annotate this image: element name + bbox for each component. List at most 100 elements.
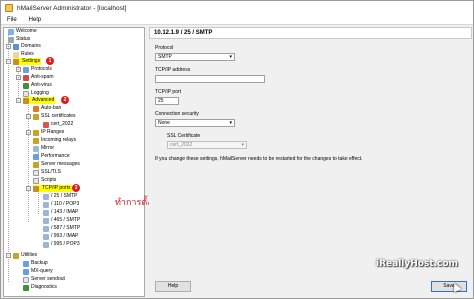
messages-folder-icon bbox=[33, 161, 39, 168]
tree-item-advanced[interactable]: Advanced bbox=[23, 97, 56, 104]
tree-item-port-587[interactable]: / 587 / SMTP bbox=[43, 225, 80, 232]
window-title: hMailServer Administrator - [localhost] bbox=[17, 4, 127, 12]
connection-security-select[interactable]: None ▾ bbox=[155, 119, 235, 127]
step-badge-3: 3 bbox=[72, 184, 80, 192]
diagnostics-icon bbox=[23, 284, 29, 291]
advanced-folder-icon bbox=[23, 97, 29, 104]
relays-folder-icon bbox=[33, 137, 39, 144]
tree-item-port-993[interactable]: / 993 / IMAP bbox=[43, 233, 79, 240]
tree-item-ip-ranges[interactable]: IP Ranges bbox=[33, 129, 64, 136]
expand-domains-icon[interactable]: + bbox=[6, 44, 11, 49]
tree-item-scripts[interactable]: Scripts bbox=[33, 177, 56, 184]
port-icon bbox=[43, 193, 49, 200]
port-icon bbox=[43, 233, 49, 240]
tree-item-logging[interactable]: Logging bbox=[23, 90, 49, 97]
address-label: TCP/IP address bbox=[155, 67, 191, 73]
status-icon bbox=[8, 36, 14, 43]
restart-note: If you change these settings, hMailServe… bbox=[155, 156, 363, 162]
port-icon bbox=[43, 241, 49, 248]
settings-panel: 10.12.1.9 / 25 / SMTP Protocol SMTP ▾ TC… bbox=[149, 27, 472, 297]
security-label: Connection security bbox=[155, 111, 199, 117]
menu-file[interactable]: File bbox=[1, 17, 23, 23]
tree-item-incoming-relays[interactable]: Incoming relays bbox=[33, 137, 76, 144]
performance-icon bbox=[33, 153, 39, 160]
tree-item-anti-spam[interactable]: Anti-spam bbox=[23, 74, 54, 81]
tree-item-status[interactable]: Status bbox=[8, 36, 30, 43]
globe-icon bbox=[13, 43, 19, 50]
tree-item-ssl-certificates[interactable]: SSL certificates bbox=[33, 113, 76, 120]
tree-item-protocols[interactable]: Protocols bbox=[23, 66, 52, 73]
tree-item-ssl-tls[interactable]: SSL/TLS bbox=[33, 169, 61, 176]
save-button[interactable]: Save bbox=[431, 281, 467, 292]
settings-folder-icon bbox=[13, 58, 19, 65]
ssl-certificate-select: cert_2022 ▾ bbox=[167, 141, 247, 149]
logging-icon bbox=[23, 90, 29, 97]
menu-bar: File Help bbox=[1, 15, 473, 25]
protocols-icon bbox=[23, 66, 29, 73]
tree-item-utilities[interactable]: Utilities bbox=[13, 252, 37, 259]
ip-address-input[interactable] bbox=[155, 75, 265, 83]
chevron-down-icon: ▾ bbox=[229, 120, 232, 126]
expand-protocols-icon[interactable]: + bbox=[16, 67, 21, 72]
tree-item-cert-2022[interactable]: cert_2022 bbox=[43, 121, 73, 128]
mx-query-icon bbox=[23, 268, 29, 275]
step-badge-1: 1 bbox=[46, 57, 54, 65]
collapse-advanced-icon[interactable]: − bbox=[16, 98, 21, 103]
scripts-icon bbox=[33, 177, 39, 184]
certificate-folder-icon bbox=[33, 113, 39, 120]
port-label: TCP/IP port bbox=[155, 89, 182, 95]
tree-item-auto-ban[interactable]: Auto-ban bbox=[33, 105, 61, 112]
rules-icon bbox=[13, 51, 19, 58]
tree-item-server-messages[interactable]: Server messages bbox=[33, 161, 80, 168]
tree-item-settings[interactable]: Settings bbox=[13, 58, 42, 65]
anti-spam-icon bbox=[23, 74, 29, 81]
port-input[interactable]: 25 bbox=[155, 97, 179, 105]
utilities-folder-icon bbox=[13, 252, 19, 259]
menu-help[interactable]: Help bbox=[23, 17, 47, 23]
hmailserver-app-icon bbox=[5, 4, 13, 12]
port-icon bbox=[43, 217, 49, 224]
app-window: hMailServer Administrator - [localhost] … bbox=[0, 0, 474, 299]
tree-item-port-143[interactable]: / 143 / IMAP bbox=[43, 209, 79, 216]
help-button[interactable]: Help bbox=[155, 281, 191, 292]
chevron-down-icon: ▾ bbox=[229, 54, 232, 60]
tree-item-port-995[interactable]: / 995 / POP3 bbox=[43, 241, 80, 248]
step-badge-2: 2 bbox=[61, 96, 69, 104]
tree-item-server-sendout[interactable]: Server sendout bbox=[23, 276, 65, 283]
anti-virus-icon bbox=[23, 82, 29, 89]
panel-header: 10.12.1.9 / 25 / SMTP bbox=[149, 27, 472, 39]
ssl-tls-icon bbox=[33, 169, 39, 176]
certificate-icon bbox=[43, 121, 49, 128]
tree-item-anti-virus[interactable]: Anti-virus bbox=[23, 82, 52, 89]
tree-item-port-465[interactable]: / 465 / SMTP bbox=[43, 217, 80, 224]
chevron-down-icon: ▾ bbox=[241, 142, 244, 148]
port-icon bbox=[43, 209, 49, 216]
tree-item-port-110[interactable]: / 110 / POP3 bbox=[43, 201, 79, 208]
tree-item-domains[interactable]: Domains bbox=[13, 43, 41, 50]
collapse-ssl-icon[interactable]: − bbox=[26, 114, 31, 119]
tree-item-backup[interactable]: Backup bbox=[23, 260, 48, 267]
collapse-settings-icon[interactable]: − bbox=[6, 59, 11, 64]
tree-item-mirror[interactable]: Mirror bbox=[33, 145, 54, 152]
tcpip-folder-icon bbox=[33, 185, 39, 192]
protocol-label: Protocol bbox=[155, 45, 174, 51]
tree-item-rules[interactable]: Rules bbox=[13, 51, 34, 58]
expand-ip-ranges-icon[interactable]: + bbox=[26, 130, 31, 135]
protocol-select[interactable]: SMTP ▾ bbox=[155, 53, 235, 61]
tree-item-diagnostics[interactable]: Diagnostics bbox=[23, 284, 57, 291]
expand-antispam-icon[interactable]: + bbox=[16, 75, 21, 80]
watermark-text: iReallyHost.com bbox=[376, 259, 458, 269]
tree-item-mx-query[interactable]: MX-query bbox=[23, 268, 53, 275]
tree-item-performance[interactable]: Performance bbox=[33, 153, 70, 160]
tree-item-welcome[interactable]: Welcome bbox=[8, 28, 37, 35]
tree-item-port-25[interactable]: / 25 / SMTP bbox=[43, 193, 77, 200]
port-icon bbox=[43, 225, 49, 232]
collapse-tcpip-icon[interactable]: − bbox=[26, 186, 31, 191]
tree-item-tcpip-ports[interactable]: TCP/IP ports bbox=[33, 185, 72, 192]
tree-guide-line bbox=[8, 34, 9, 282]
ssl-certificate-label: SSL Certificate bbox=[167, 133, 201, 139]
navigation-tree[interactable]: Welcome Status + Domains Rules − Setting… bbox=[3, 27, 145, 297]
auto-ban-icon bbox=[33, 105, 39, 112]
ip-ranges-folder-icon bbox=[33, 129, 39, 136]
collapse-utilities-icon[interactable]: − bbox=[6, 253, 11, 258]
